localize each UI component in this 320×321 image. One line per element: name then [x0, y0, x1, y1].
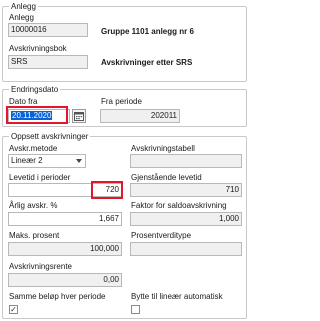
avskrivningsbok-name: Avskrivninger etter SRS	[101, 58, 193, 67]
rente-label: Avskrivningsrente	[9, 262, 72, 271]
bytte-label: Bytte til lineær automatisk	[131, 292, 223, 301]
dato-fra-highlight	[6, 106, 68, 124]
rente-field[interactable]: 0,00	[8, 273, 122, 287]
gjenstaende-label: Gjenstående levetid	[131, 173, 202, 182]
metode-dropdown[interactable]: Lineær 2	[8, 154, 86, 168]
avskrivningsbok-field[interactable]: SRS	[8, 55, 88, 69]
anlegg-id-label: Anlegg	[9, 13, 34, 22]
gjenstaende-field[interactable]: 710	[130, 183, 242, 197]
samme-label: Samme beløp hver periode	[9, 292, 106, 301]
prosentverdi-label: Prosentverditype	[131, 231, 192, 240]
chevron-down-icon	[76, 159, 82, 163]
anlegg-id-field[interactable]: 10000016	[8, 23, 88, 37]
tabell-label: Avskrivningstabell	[131, 144, 195, 153]
avskrivningsbok-label: Avskrivningsbok	[9, 44, 67, 53]
metode-label: Avskr.metode	[9, 144, 58, 153]
fra-periode-label: Fra periode	[101, 97, 142, 106]
anlegg-legend: Anlegg	[9, 1, 38, 12]
fra-periode-field[interactable]: 202011	[100, 109, 180, 123]
calendar-icon	[74, 112, 84, 121]
levetid-highlight	[91, 181, 123, 199]
bytte-checkbox[interactable]	[131, 305, 140, 314]
arlig-label: Årlig avskr. %	[9, 201, 58, 210]
metode-value: Lineær 2	[11, 156, 43, 165]
endringsdato-legend: Endringsdato	[9, 84, 61, 95]
maks-label: Maks. prosent	[9, 231, 60, 240]
prosentverdi-field[interactable]	[130, 242, 242, 256]
arlig-input[interactable]: 1,667	[8, 212, 122, 226]
samme-checkbox[interactable]: ✓	[9, 305, 18, 314]
tabell-field[interactable]	[130, 154, 242, 168]
faktor-field[interactable]: 1,000	[130, 212, 242, 226]
oppsett-legend: Oppsett avskrivninger	[9, 131, 91, 142]
maks-field[interactable]: 100,000	[8, 242, 122, 256]
faktor-label: Faktor for saldoavskrivning	[131, 201, 227, 210]
levetid-label: Levetid i perioder	[9, 173, 71, 182]
anlegg-name: Gruppe 1101 anlegg nr 6	[101, 27, 194, 36]
calendar-button[interactable]	[72, 109, 86, 123]
asset-depreciation-form: Anlegg Anlegg 10000016 Gruppe 1101 anleg…	[0, 0, 249, 321]
